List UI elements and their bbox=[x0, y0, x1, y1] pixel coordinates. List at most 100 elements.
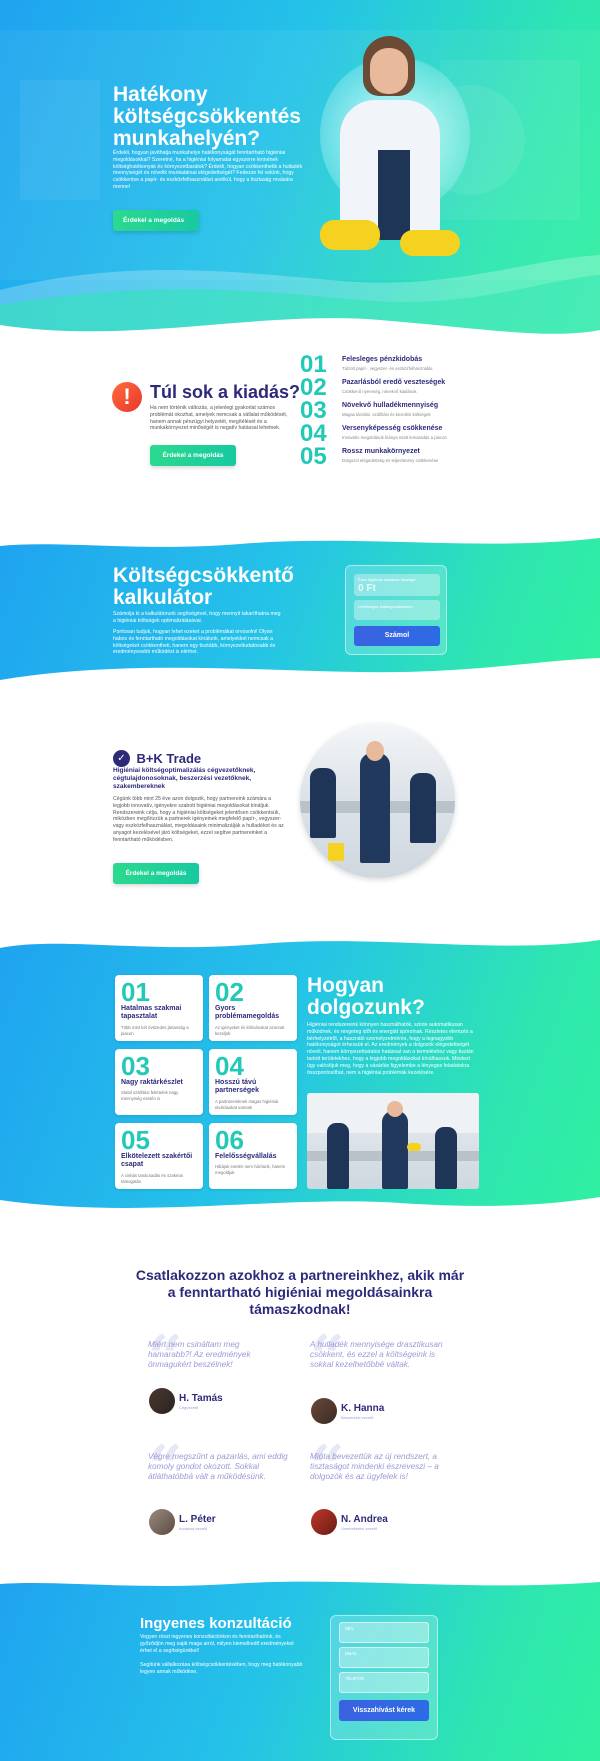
testimonial-role: Cégvezető bbox=[179, 1405, 199, 1410]
feature-card-title: Gyors problémamegoldás bbox=[215, 1005, 280, 1020]
testimonial-role: Üzemeltetési vezető bbox=[341, 1526, 378, 1531]
about-team-photo bbox=[300, 723, 455, 878]
feature-card-number: 02 bbox=[215, 977, 244, 1007]
calculator-title: Költségcsökkentő kalkulátor bbox=[113, 565, 313, 609]
cleaner-figure-3 bbox=[410, 773, 436, 843]
how-bottom-wave bbox=[0, 1197, 600, 1230]
avatar bbox=[311, 1509, 337, 1535]
hero-title: Hatékony költségcsökkentés munkahelyén? bbox=[113, 84, 313, 150]
about-cta-button[interactable]: Érdekel a megoldás bbox=[113, 863, 199, 884]
problem-item-title: Rossz munkakörnyezet bbox=[342, 448, 420, 455]
how-title-line-2: dolgozunk? bbox=[307, 996, 425, 1019]
consultation-title: Ingyenes konzultáció bbox=[140, 1615, 292, 1632]
feature-card: 03 Nagy raktárkészlet Stabil szállítási … bbox=[115, 1049, 203, 1115]
problem-item-title: Versenyképesség csökkenése bbox=[342, 425, 443, 432]
testimonial-quote: A hulladék mennyisége drasztikusan csökk… bbox=[310, 1340, 443, 1369]
phone-field[interactable]: TELEFON bbox=[339, 1672, 429, 1693]
callback-request-button[interactable]: Visszahívást kérek bbox=[339, 1700, 429, 1721]
testimonial-name: K. Hanna bbox=[341, 1403, 385, 1414]
testimonials-section: Csatlakozzon azokhoz a partnereinkhez, a… bbox=[0, 1230, 600, 1580]
hero-cleaner-photo bbox=[300, 30, 480, 260]
problem-item: 01 Felesleges pénzkidobás Túlzott papír-… bbox=[300, 353, 500, 377]
problem-item-desc: Túlzott papír-, vegyszer- és eszközfelha… bbox=[342, 366, 433, 371]
consultation-form: NÉV EMAIL TELEFON Visszahívást kérek bbox=[330, 1615, 438, 1740]
calculator-top-wave bbox=[0, 530, 600, 547]
problem-item-title: Növekvő hulladékmennyiség bbox=[342, 402, 439, 409]
calculator-savings-label: Lehetséges költségcsökkentés bbox=[358, 604, 413, 609]
cleaner-figure-1 bbox=[310, 768, 336, 838]
consultation-description-2: Segítünk vállalkozása költségcsökkentésé… bbox=[140, 1662, 303, 1675]
testimonial-name: H. Tamás bbox=[179, 1393, 223, 1404]
problem-item: 05 Rossz munkakörnyezet Dolgozói elégede… bbox=[300, 443, 500, 470]
avatar bbox=[149, 1509, 175, 1535]
how-description: Higiéniai rendszereink könnyen használha… bbox=[307, 1022, 474, 1076]
testimonial-card: “ Mióta bevezettük az új rendszert, a ti… bbox=[310, 1438, 450, 1552]
avatar bbox=[149, 1388, 175, 1414]
testimonial-role: Irodaház kezelő bbox=[179, 1526, 208, 1531]
feature-card-title: Hosszú távú partnerségek bbox=[215, 1079, 259, 1094]
feature-card-desc: Stabil szállítási feltételek nagy mennyi… bbox=[121, 1090, 179, 1101]
problem-item-number: 05 bbox=[300, 443, 327, 470]
bk-logo-icon: ✓ bbox=[113, 750, 130, 768]
problem-item-title: Felesleges pénzkidobás bbox=[342, 356, 423, 363]
feature-card-desc: A cinkás tanácsadás és szakmai támogatás bbox=[121, 1173, 183, 1184]
calculator-annual-cost-value: 0 Ft bbox=[358, 583, 376, 594]
cleaner-figure-2 bbox=[382, 1111, 408, 1189]
problem-item: 04 Versenyképesség csökkenése Innovatív … bbox=[300, 422, 500, 446]
bk-trade-logo: ✓ B+K Trade bbox=[113, 750, 201, 768]
problem-item: 03 Növekvő hulladékmennyiség Magas tárol… bbox=[300, 399, 500, 423]
hero-title-line-2: költségcsökkentés bbox=[113, 105, 301, 128]
problem-item-desc: Innovatív megoldások hiánya miatt lemara… bbox=[342, 435, 447, 440]
how-title-line-1: Hogyan bbox=[307, 974, 385, 997]
feature-card-desc: Az igényeket és kihívásokat azonnal keze… bbox=[215, 1025, 285, 1036]
yellow-bucket bbox=[328, 843, 344, 861]
avatar bbox=[311, 1398, 337, 1424]
problem-item-desc: Magas tárolási, szállítási és kezelési k… bbox=[342, 412, 431, 417]
exclamation-icon: ! bbox=[112, 382, 142, 412]
hero-glove-left bbox=[320, 220, 380, 250]
how-title: Hogyan dolgozunk? bbox=[307, 975, 487, 1019]
testimonials-heading: Csatlakozzon azokhoz a partnereinkhez, a… bbox=[135, 1267, 465, 1317]
email-field[interactable]: EMAIL bbox=[339, 1647, 429, 1668]
problem-cta-button[interactable]: Érdekel a megoldás bbox=[150, 445, 236, 466]
consultation-section: Ingyenes konzultáció Vegyen részt ingyen… bbox=[0, 1570, 600, 1761]
calculator-form: Éves higiéniai kiadások összege 0 Ft Leh… bbox=[345, 565, 447, 655]
testimonial-quote: Miért nem csináltam meg hamarabb?! Az er… bbox=[148, 1340, 251, 1369]
hero-person-apron bbox=[378, 150, 410, 240]
testimonial-name: L. Péter bbox=[179, 1514, 216, 1525]
hero-cta-button[interactable]: Érdekel a megoldás bbox=[113, 210, 199, 231]
hero-title-line-1: Hatékony bbox=[113, 83, 208, 106]
yellow-gloves bbox=[407, 1143, 421, 1151]
problem-item-title: Pazarlásból eredő veszteségek bbox=[342, 379, 446, 386]
calculator-title-line-1: Költségcsökkentő bbox=[113, 564, 294, 587]
testimonial-name: N. Andrea bbox=[341, 1514, 388, 1525]
cleaner-figure-2 bbox=[360, 753, 390, 863]
hero-description: Érdekli, hogyan javíthatja munkahelye ha… bbox=[113, 150, 303, 190]
hero-person-face bbox=[370, 48, 408, 94]
feature-card: 01 Hatalmas szakmai tapasztalat Több min… bbox=[115, 975, 203, 1041]
testimonial-quote: Mióta bevezettük az új rendszert, a tisz… bbox=[310, 1452, 439, 1481]
testimonial-card: “ Végre megszűnt a pazarlás, ami eddig k… bbox=[148, 1438, 288, 1552]
feature-card: 02 Gyors problémamegoldás Az igényeket é… bbox=[209, 975, 297, 1041]
hero-bottom-wave bbox=[0, 255, 600, 345]
how-section: 01 Hatalmas szakmai tapasztalat Több min… bbox=[0, 930, 600, 1230]
cleaner-face-2 bbox=[366, 741, 384, 761]
calculator-annual-cost-field[interactable]: Éves higiéniai kiadások összege 0 Ft bbox=[354, 574, 440, 596]
calculator-savings-field: Lehetséges költségcsökkentés bbox=[354, 600, 440, 620]
feature-card: 04 Hosszú távú partnerségek A partnerein… bbox=[209, 1049, 297, 1115]
testimonial-role: Beszerzési vezető bbox=[341, 1415, 374, 1420]
name-field[interactable]: NÉV bbox=[339, 1622, 429, 1643]
about-subtitle: Higiéniai költségoptimalizálás cégvezető… bbox=[113, 767, 256, 790]
feature-card-title: Elkötelezett szakértői csapat bbox=[121, 1153, 193, 1168]
calculator-section: Költségcsökkentő kalkulátor Számolja ki … bbox=[0, 530, 600, 700]
about-description: Cégünk több mint 25 éve azon dolgozik, h… bbox=[113, 796, 284, 843]
calculator-annual-cost-label: Éves higiéniai kiadások összege bbox=[358, 577, 416, 582]
feature-card-title: Nagy raktárkészlet bbox=[121, 1079, 183, 1086]
feature-card-desc: Több mint két évtizedes jártasság a piac… bbox=[121, 1025, 189, 1036]
how-team-photo bbox=[307, 1093, 479, 1189]
how-top-wave bbox=[0, 930, 600, 948]
calculator-submit-button[interactable]: Számol bbox=[354, 626, 440, 646]
feature-card-title: Hatalmas szakmai tapasztalat bbox=[121, 1005, 182, 1020]
consultation-description-1: Vegyen részt ingyenes konzultációnkon és… bbox=[140, 1634, 294, 1654]
cleaner-figure-1 bbox=[327, 1123, 349, 1189]
